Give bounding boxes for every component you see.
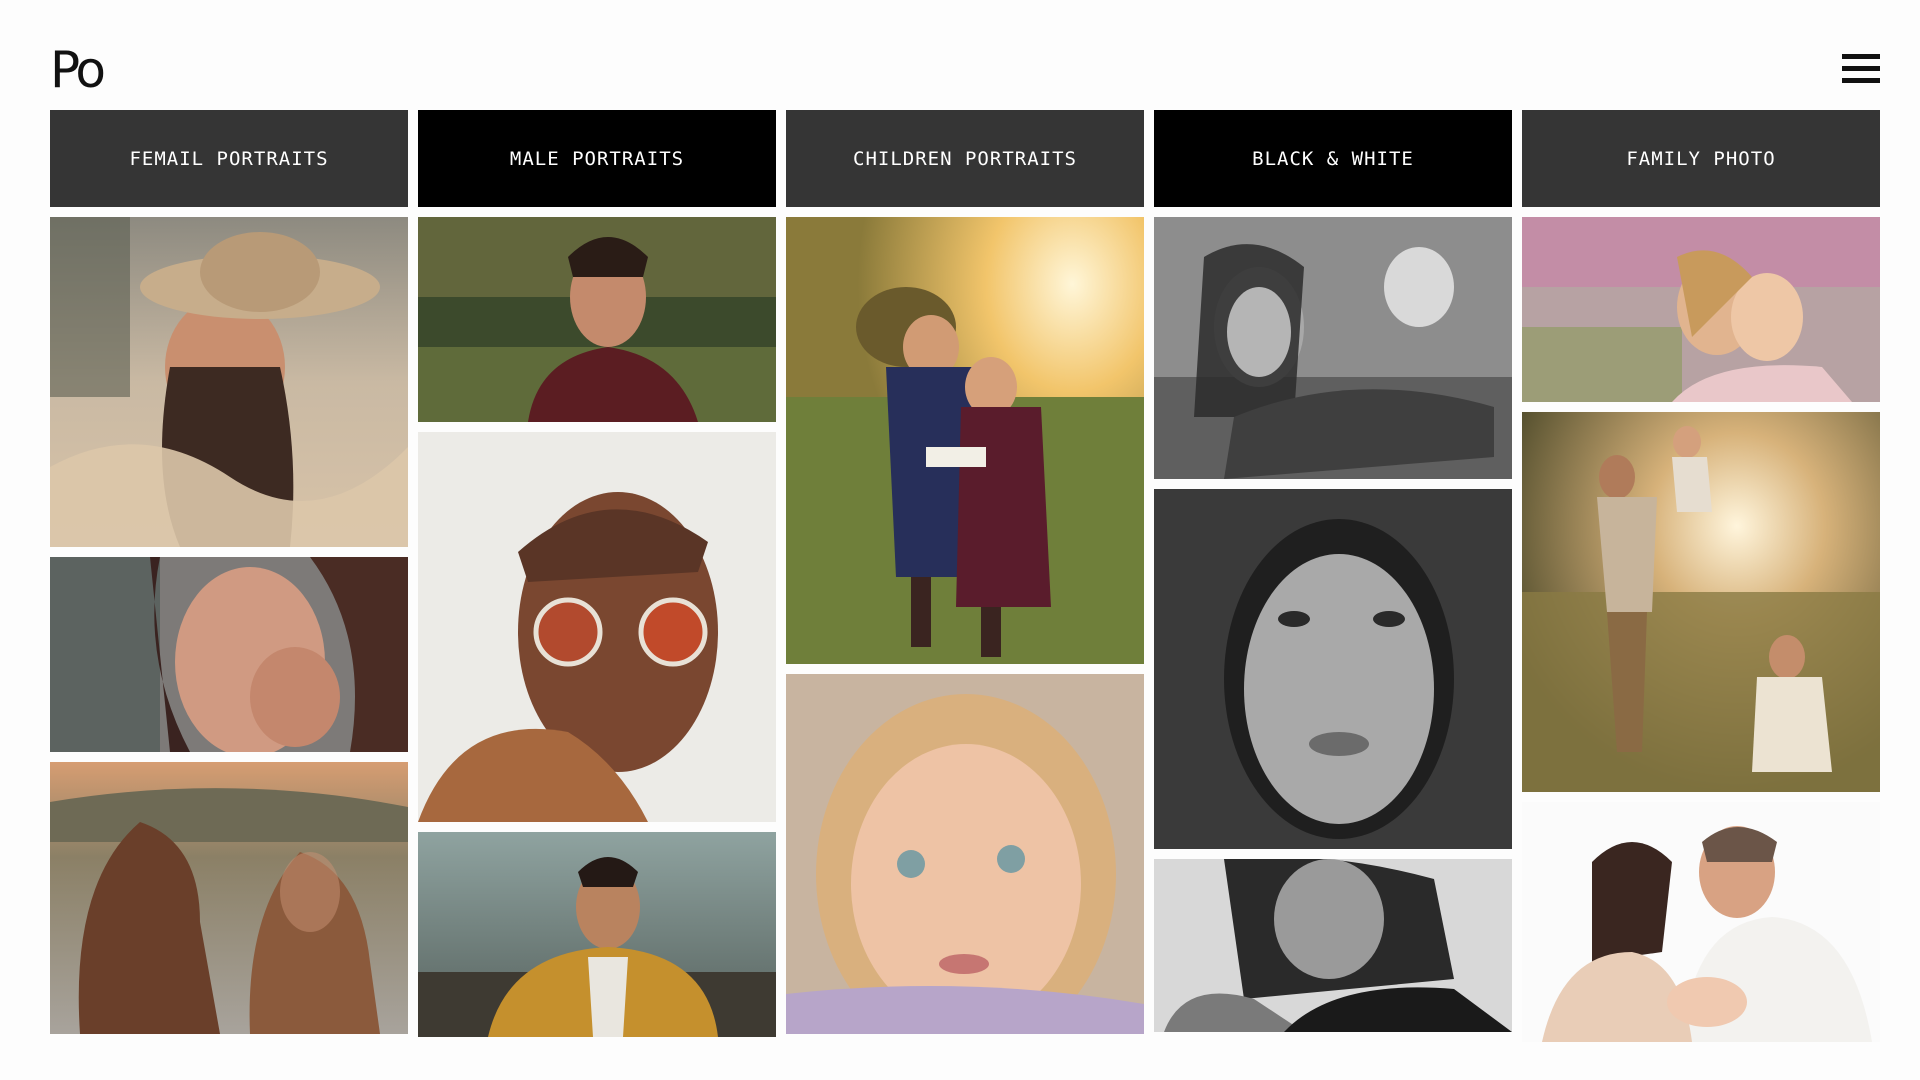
category-female-portraits[interactable]: FEMAIL PORTRAITS <box>50 110 408 207</box>
photo-image <box>50 557 408 752</box>
photo-image <box>1154 217 1512 479</box>
photo-family-field[interactable] <box>1522 412 1880 792</box>
logo[interactable]: Po <box>50 40 106 100</box>
menu-line <box>1842 54 1880 59</box>
column-male-portraits: MALE PORTRAITS <box>418 110 776 1047</box>
photo-man-sunglasses[interactable] <box>418 432 776 822</box>
photo-woman-earring-bw[interactable] <box>1154 859 1512 1032</box>
hamburger-menu-icon[interactable] <box>1842 54 1880 88</box>
column-family-photo: FAMILY PHOTO <box>1522 110 1880 1052</box>
photo-image <box>1522 412 1880 792</box>
category-black-white[interactable]: BLACK & WHITE <box>1154 110 1512 207</box>
photo-girls-reading[interactable] <box>786 217 1144 664</box>
photo-image <box>786 674 1144 1034</box>
photo-image <box>50 762 408 1034</box>
menu-line <box>1842 66 1880 71</box>
photo-image <box>418 832 776 1037</box>
photo-man-mustard-jacket[interactable] <box>418 832 776 1037</box>
photo-mother-daughter-blossoms[interactable] <box>1522 217 1880 402</box>
photo-image <box>1154 859 1512 1032</box>
photo-bearded-man[interactable] <box>418 217 776 422</box>
photo-woman-straw-hat[interactable] <box>50 217 408 547</box>
photo-image <box>418 217 776 422</box>
menu-line <box>1842 78 1880 83</box>
photo-image <box>786 217 1144 664</box>
column-female-portraits: FEMAIL PORTRAITS <box>50 110 408 1044</box>
photo-image <box>1154 489 1512 849</box>
photo-image <box>1522 802 1880 1042</box>
site-header: Po <box>0 0 1920 110</box>
photo-woman-water-bw[interactable] <box>1154 217 1512 479</box>
category-family-photo[interactable]: FAMILY PHOTO <box>1522 110 1880 207</box>
photo-image <box>50 217 408 547</box>
photo-two-girls-coast[interactable] <box>50 762 408 1034</box>
photo-woman-hand-in-hair[interactable] <box>50 557 408 752</box>
photo-woman-closeup-bw[interactable] <box>1154 489 1512 849</box>
photo-couple-newborn[interactable] <box>1522 802 1880 1042</box>
column-black-white: BLACK & WHITE <box>1154 110 1512 1042</box>
photo-image <box>418 432 776 822</box>
column-children-portraits: CHILDREN PORTRAITS <box>786 110 1144 1044</box>
category-children-portraits[interactable]: CHILDREN PORTRAITS <box>786 110 1144 207</box>
photo-toddler-closeup[interactable] <box>786 674 1144 1034</box>
category-male-portraits[interactable]: MALE PORTRAITS <box>418 110 776 207</box>
photo-image <box>1522 217 1880 402</box>
